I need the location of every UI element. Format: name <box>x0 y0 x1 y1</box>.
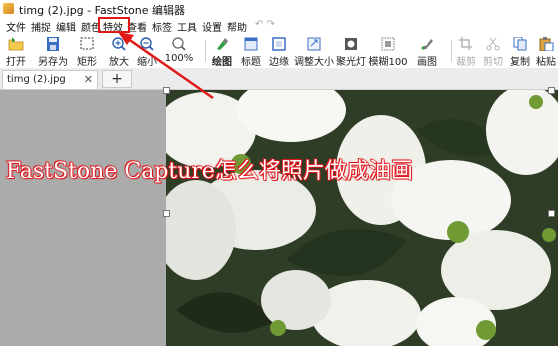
overlay-title: FastStone Capture怎么将照片做成油画 <box>5 158 413 184</box>
